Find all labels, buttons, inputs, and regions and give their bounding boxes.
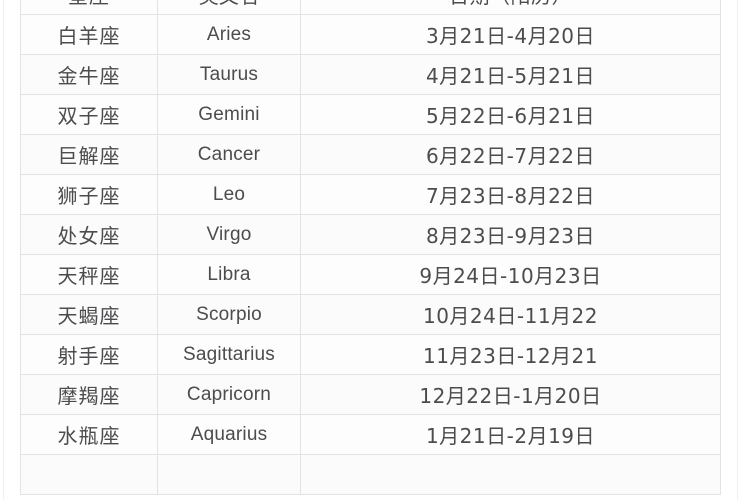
cell-date-range: 8月23日-9月23日 — [300, 214, 721, 255]
cell-chinese-name — [20, 454, 158, 495]
cell-date-range: 10月24日-11月22 — [300, 294, 721, 335]
table-row: 巨解座 Cancer 6月22日-7月22日 — [20, 134, 721, 175]
cell-date-range: 4月21日-5月21日 — [300, 54, 721, 95]
table-row: 狮子座 Leo 7月23日-8月22日 — [20, 174, 721, 215]
cell-chinese-name: 天蝎座 — [20, 294, 158, 335]
cell-date-range: 11月23日-12月21 — [300, 334, 721, 375]
cell-chinese-name: 金牛座 — [20, 54, 158, 95]
table-viewport: 星座 英文名 日期（阳历） 白羊座 Aries 3月21日-4月20日 金牛座 … — [0, 0, 750, 500]
cell-english-name: Leo — [157, 174, 301, 215]
cell-chinese-name: 处女座 — [20, 214, 158, 255]
cell-english-name: Scorpio — [157, 294, 301, 335]
table-row: 射手座 Sagittarius 11月23日-12月21 — [20, 334, 721, 375]
cell-date-range: 7月23日-8月22日 — [300, 174, 721, 215]
column-header-english-name: 英文名 — [157, 0, 301, 15]
cell-date-range — [300, 454, 721, 495]
cell-chinese-name: 摩羯座 — [20, 374, 158, 415]
cell-english-name: Sagittarius — [157, 334, 301, 375]
cell-english-name: Virgo — [157, 214, 301, 255]
cell-date-range: 1月21日-2月19日 — [300, 414, 721, 455]
table-row: 处女座 Virgo 8月23日-9月23日 — [20, 214, 721, 255]
column-header-date-range: 日期（阳历） — [300, 0, 721, 15]
cell-chinese-name: 水瓶座 — [20, 414, 158, 455]
table-row: 白羊座 Aries 3月21日-4月20日 — [20, 14, 721, 55]
cell-date-range: 9月24日-10月23日 — [300, 254, 721, 295]
cell-chinese-name: 巨解座 — [20, 134, 158, 175]
cell-english-name — [157, 454, 301, 495]
table-body: 白羊座 Aries 3月21日-4月20日 金牛座 Taurus 4月21日-5… — [20, 14, 721, 495]
cell-chinese-name: 狮子座 — [20, 174, 158, 215]
cell-date-range: 6月22日-7月22日 — [300, 134, 721, 175]
cell-chinese-name: 双子座 — [20, 94, 158, 135]
cell-english-name: Gemini — [157, 94, 301, 135]
cell-chinese-name: 白羊座 — [20, 14, 158, 55]
table-row: 天蝎座 Scorpio 10月24日-11月22 — [20, 294, 721, 335]
cell-chinese-name: 天秤座 — [20, 254, 158, 295]
cell-date-range: 3月21日-4月20日 — [300, 14, 721, 55]
table-row: 双子座 Gemini 5月22日-6月21日 — [20, 94, 721, 135]
page-root: 星座 英文名 日期（阳历） 白羊座 Aries 3月21日-4月20日 金牛座 … — [0, 0, 750, 500]
table-row-partial — [20, 454, 721, 495]
table-row: 天秤座 Libra 9月24日-10月23日 — [20, 254, 721, 295]
cell-english-name: Aries — [157, 14, 301, 55]
cell-english-name: Libra — [157, 254, 301, 295]
table-row: 水瓶座 Aquarius 1月21日-2月19日 — [20, 414, 721, 455]
table-row: 金牛座 Taurus 4月21日-5月21日 — [20, 54, 721, 95]
table-row: 摩羯座 Capricorn 12月22日-1月20日 — [20, 374, 721, 415]
cell-english-name: Capricorn — [157, 374, 301, 415]
table-header-row: 星座 英文名 日期（阳历） — [20, 0, 721, 15]
zodiac-date-table: 星座 英文名 日期（阳历） 白羊座 Aries 3月21日-4月20日 金牛座 … — [20, 0, 721, 495]
cell-date-range: 12月22日-1月20日 — [300, 374, 721, 415]
cell-chinese-name: 射手座 — [20, 334, 158, 375]
column-header-chinese-name: 星座 — [20, 0, 158, 15]
cell-english-name: Aquarius — [157, 414, 301, 455]
cell-english-name: Cancer — [157, 134, 301, 175]
cell-date-range: 5月22日-6月21日 — [300, 94, 721, 135]
table-header: 星座 英文名 日期（阳历） — [20, 0, 721, 15]
cell-english-name: Taurus — [157, 54, 301, 95]
